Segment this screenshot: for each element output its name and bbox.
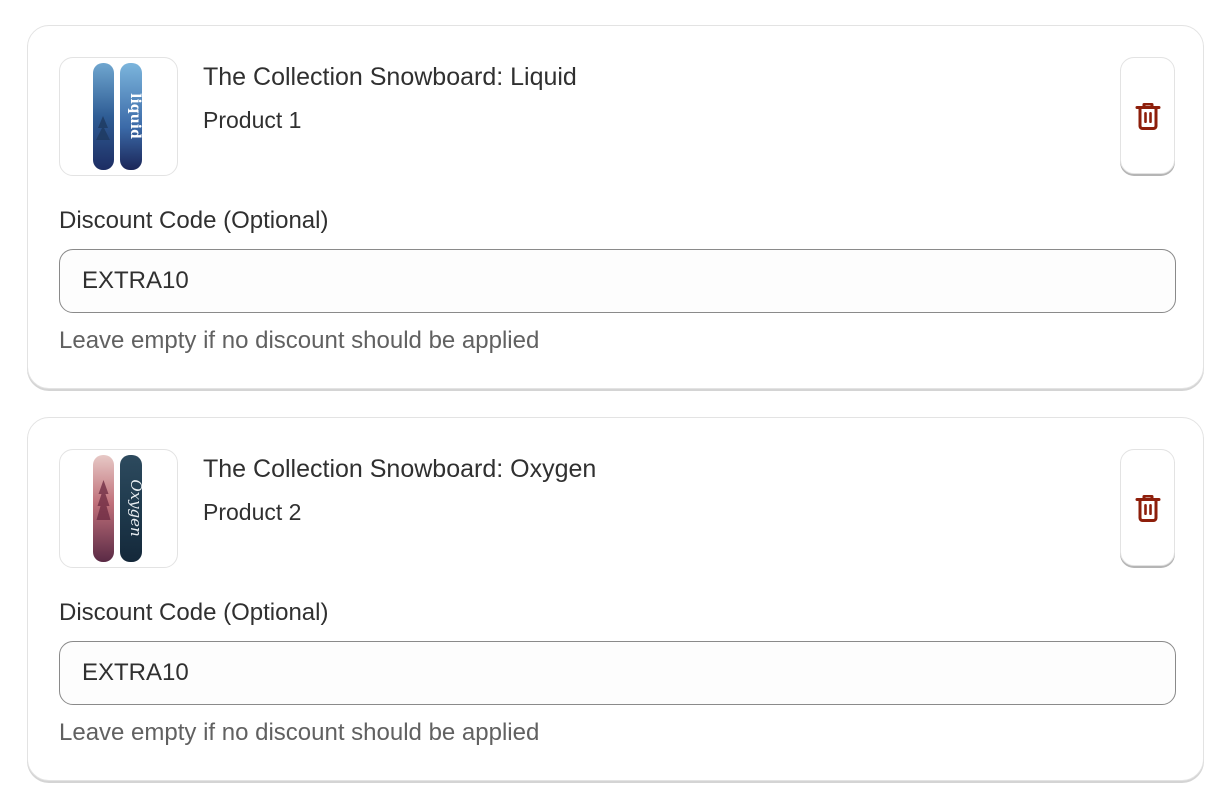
discount-help-text: Leave empty if no discount should be app… (59, 719, 540, 746)
product-card: Oxygen The Collection Snowboard: Oxygen … (27, 417, 1204, 781)
product-card: liquid The Collection Snowboard: Liquid … (27, 25, 1204, 389)
product-thumbnail: Oxygen (59, 449, 178, 568)
trash-icon (1135, 102, 1160, 130)
product-subtitle: Product 2 (203, 499, 302, 525)
product-subtitle: Product 1 (203, 107, 302, 133)
discount-code-input[interactable] (59, 249, 1176, 313)
product-title: The Collection Snowboard: Oxygen (203, 455, 597, 483)
product-title: The Collection Snowboard: Liquid (203, 63, 577, 91)
delete-product-button[interactable] (1120, 57, 1175, 174)
discount-code-label: Discount Code (Optional) (59, 207, 329, 234)
svg-text:liquid: liquid (127, 93, 143, 139)
snowboard-oxygen-image: Oxygen (93, 455, 145, 562)
discount-code-input[interactable] (59, 641, 1176, 705)
product-thumbnail: liquid (59, 57, 178, 176)
svg-text:Oxygen: Oxygen (127, 479, 145, 536)
discount-code-label: Discount Code (Optional) (59, 599, 329, 626)
delete-product-button[interactable] (1120, 449, 1175, 566)
discount-help-text: Leave empty if no discount should be app… (59, 327, 540, 354)
snowboard-liquid-image: liquid (93, 63, 143, 170)
trash-icon (1135, 494, 1160, 522)
